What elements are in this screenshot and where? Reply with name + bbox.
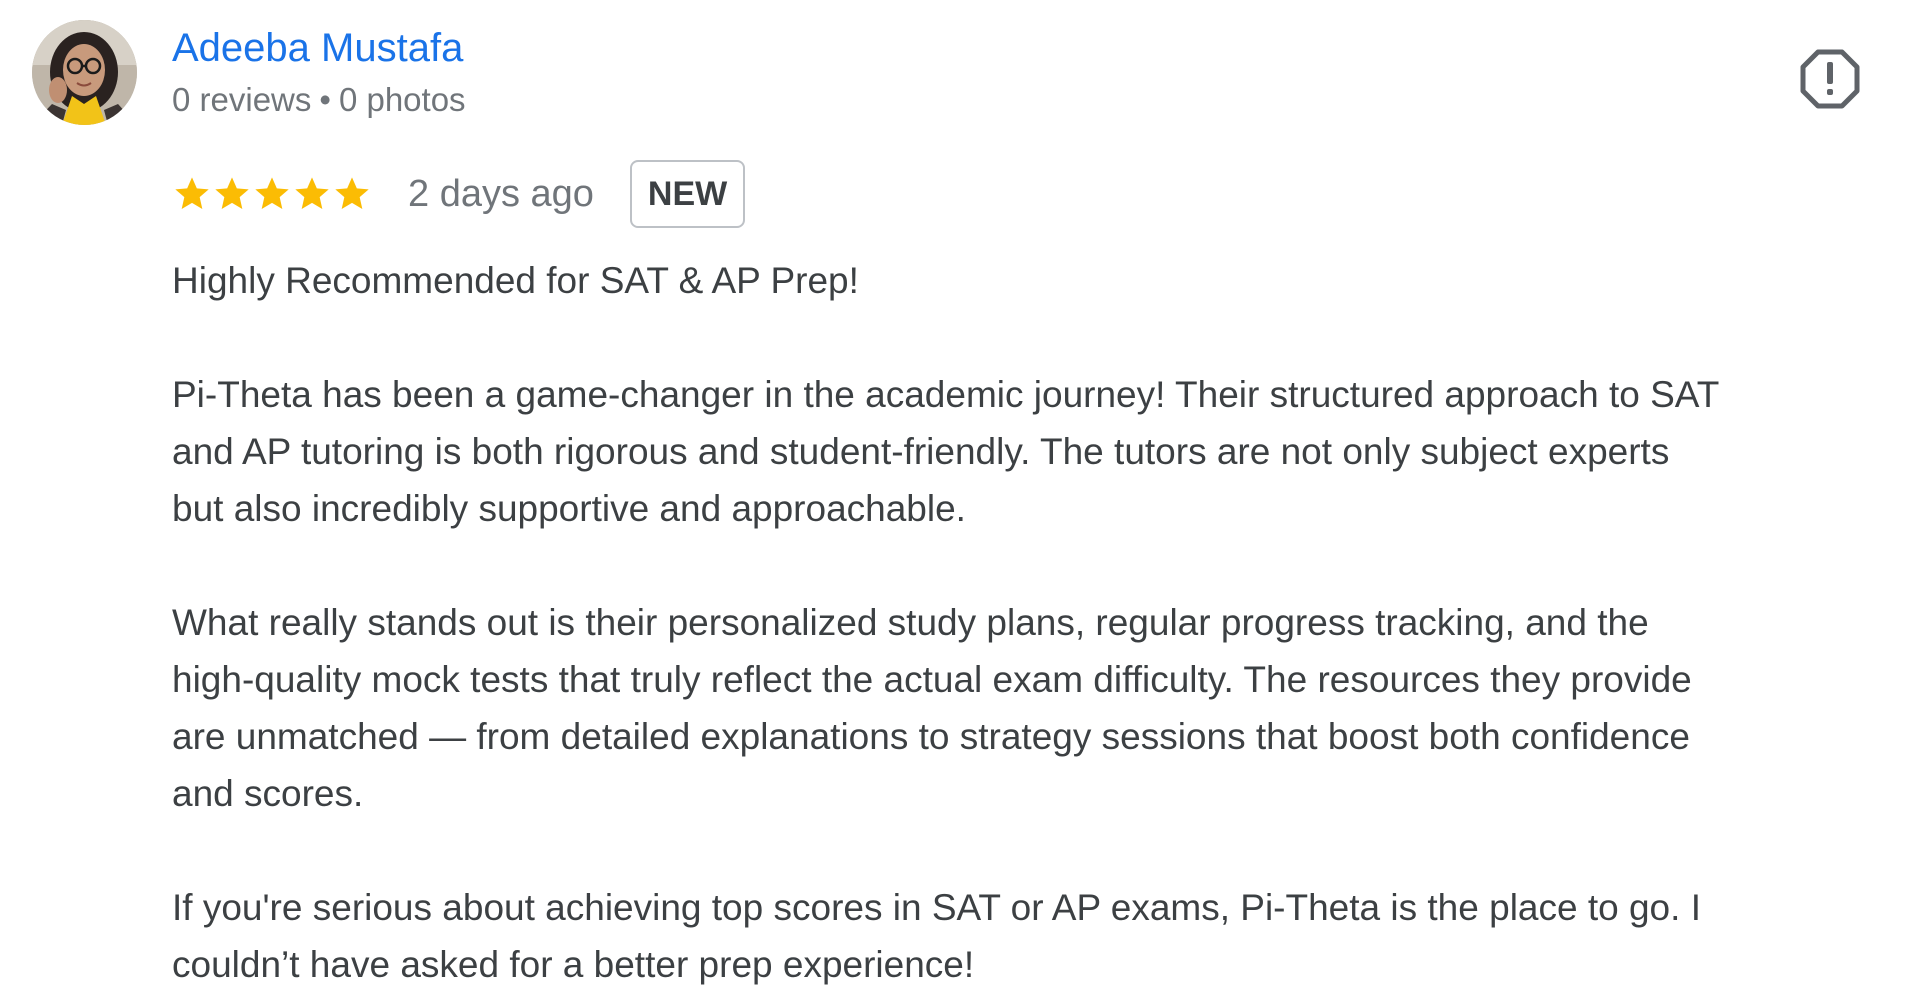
rating-row: 2 days ago NEW xyxy=(172,160,746,228)
author-name-link[interactable]: Adeeba Mustafa xyxy=(172,24,463,72)
report-flag-icon xyxy=(1800,49,1860,109)
photos-count: 0 photos xyxy=(338,81,466,118)
review-paragraph: If you're serious about achieving top sc… xyxy=(172,887,1701,985)
avatar-image xyxy=(32,20,137,125)
star-icon xyxy=(255,177,289,209)
star-icon xyxy=(335,177,369,209)
review-paragraph: Pi-Theta has been a game-changer in the … xyxy=(172,374,1720,529)
author-avatar[interactable] xyxy=(32,20,137,125)
review-paragraph: What really stands out is their personal… xyxy=(172,602,1692,814)
report-review-button[interactable] xyxy=(1799,48,1861,110)
star-icon xyxy=(295,177,329,209)
star-icon xyxy=(175,177,209,209)
review-date: 2 days ago xyxy=(408,173,594,215)
review-title: Highly Recommended for SAT & AP Prep! xyxy=(172,260,859,301)
review-card: Adeeba Mustafa 0 reviews • 0 photos 2 days… xyxy=(0,0,1920,999)
author-stats: 0 reviews • 0 photos xyxy=(172,78,466,122)
star-rating xyxy=(172,174,372,214)
star-icon xyxy=(215,177,249,209)
new-badge: NEW xyxy=(629,160,746,228)
meta-separator: • xyxy=(319,81,331,118)
reviews-count: 0 reviews xyxy=(172,81,312,118)
review-body: Highly Recommended for SAT & AP Prep! Pi… xyxy=(172,252,1890,993)
